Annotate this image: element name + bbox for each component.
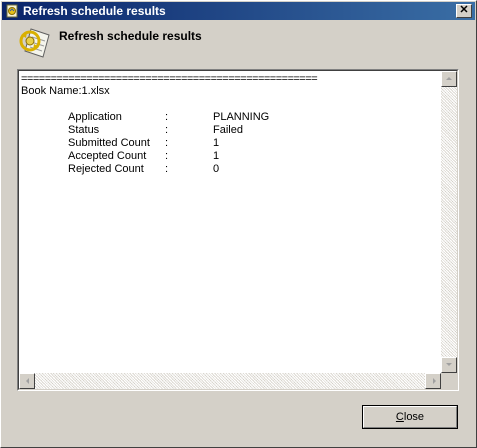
colon-status: : xyxy=(165,124,169,136)
arrow-right-icon xyxy=(433,378,436,384)
results-text-area-inner: ========================================… xyxy=(18,70,458,390)
colon-rejected-count: : xyxy=(165,163,169,175)
value-status: Failed xyxy=(213,124,243,136)
value-application: PLANNING xyxy=(213,111,270,123)
results-content: ========================================… xyxy=(19,71,441,373)
label-application: Application xyxy=(68,111,122,123)
label-accepted-count: Accepted Count xyxy=(68,150,147,162)
scroll-right-button[interactable] xyxy=(425,373,441,389)
refresh-document-icon xyxy=(19,28,50,58)
vertical-scrollbar[interactable] xyxy=(441,71,457,373)
value-submitted-count: 1 xyxy=(213,137,220,149)
colon-submitted-count: : xyxy=(165,137,169,149)
dialog-window: Refresh schedule results ✕ Refresh sched… xyxy=(0,0,477,448)
label-submitted-count: Submitted Count xyxy=(68,137,150,149)
scroll-down-button[interactable] xyxy=(441,357,457,373)
close-button[interactable]: Close xyxy=(362,405,458,429)
title-close-button[interactable]: ✕ xyxy=(456,4,472,18)
arrow-left-icon xyxy=(26,378,29,384)
title-bar[interactable]: Refresh schedule results ✕ xyxy=(2,2,475,20)
close-button-face: Close xyxy=(363,406,457,428)
label-status: Status xyxy=(68,124,100,136)
dialog-heading: Refresh schedule results xyxy=(59,29,202,43)
horizontal-scrollbar[interactable] xyxy=(19,373,441,389)
close-button-label: lose xyxy=(403,411,425,423)
arrow-up-icon xyxy=(446,77,452,80)
window-title: Refresh schedule results xyxy=(23,4,166,18)
colon-accepted-count: : xyxy=(165,150,169,162)
app-icon xyxy=(6,4,18,18)
value-rejected-count: 0 xyxy=(213,163,220,175)
close-button-mnemonic: C xyxy=(395,411,404,423)
value-accepted-count: 1 xyxy=(213,150,220,162)
arrow-down-icon xyxy=(446,363,452,366)
scroll-left-button[interactable] xyxy=(19,373,35,389)
close-icon: ✕ xyxy=(459,4,469,16)
scroll-up-button[interactable] xyxy=(441,71,457,87)
label-rejected-count: Rejected Count xyxy=(68,163,144,175)
book-name-line: Book Name:1.xlsx xyxy=(21,85,110,97)
scrollbar-corner xyxy=(441,373,457,389)
colon-application: : xyxy=(165,111,169,123)
results-text-area[interactable]: ========================================… xyxy=(17,69,459,391)
